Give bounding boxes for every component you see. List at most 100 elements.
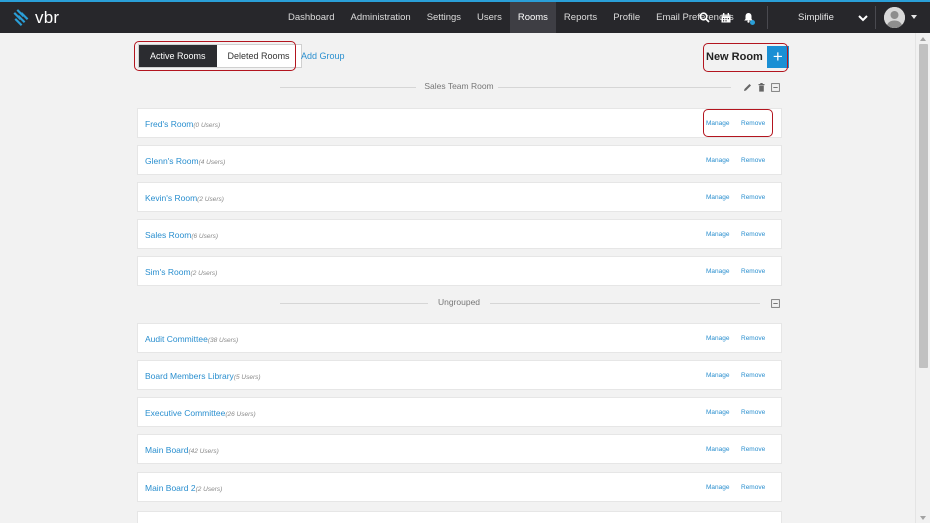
nav-users[interactable]: Users xyxy=(469,2,510,33)
remove-link[interactable]: Remove xyxy=(741,231,765,238)
room-name: Sim's Room xyxy=(145,267,191,277)
room-user-count: (4 Users) xyxy=(198,159,226,166)
remove-link[interactable]: Remove xyxy=(741,446,765,453)
nav-icons xyxy=(693,2,759,33)
room-user-count: (26 Users) xyxy=(225,411,256,418)
nav-administration[interactable]: Administration xyxy=(342,2,418,33)
room-row: Sales Room(6 Users) Manage Remove xyxy=(137,219,782,249)
room-user-count: (5 Users) xyxy=(233,374,261,381)
manage-link[interactable]: Manage xyxy=(706,268,730,275)
manage-link[interactable]: Manage xyxy=(706,120,730,127)
divider xyxy=(498,87,731,88)
room-name: Fred's Room xyxy=(145,119,194,129)
group-title: Sales Team Room xyxy=(424,81,494,91)
remove-link[interactable]: Remove xyxy=(741,157,765,164)
manage-link[interactable]: Manage xyxy=(706,231,730,238)
manage-link[interactable]: Manage xyxy=(706,194,730,201)
organization-name[interactable]: Simplifie xyxy=(798,2,834,33)
room-user-count: (2 Users) xyxy=(190,270,218,277)
notification-dot xyxy=(750,20,755,25)
room-row: Executive Committee(26 Users) Manage Rem… xyxy=(137,397,782,427)
remove-link[interactable]: Remove xyxy=(741,194,765,201)
room-user-count: (6 Users) xyxy=(191,233,219,240)
remove-link[interactable]: Remove xyxy=(741,484,765,491)
logo[interactable]: vbr xyxy=(12,8,59,28)
pencil-icon[interactable] xyxy=(741,81,753,93)
room-link[interactable]: Board Members Library(5 Users) xyxy=(145,371,261,381)
room-row: Glenn's Room(4 Users) Manage Remove xyxy=(137,145,782,175)
room-row: Main Board 2(2 Users) Manage Remove xyxy=(137,472,782,502)
add-group-link[interactable]: Add Group xyxy=(301,51,345,61)
manage-link[interactable]: Manage xyxy=(706,157,730,164)
room-link[interactable]: Executive Committee(26 Users) xyxy=(145,408,256,418)
room-row: Main Board(42 Users) Manage Remove xyxy=(137,434,782,464)
manage-link[interactable]: Manage xyxy=(706,409,730,416)
nav-divider xyxy=(767,6,768,29)
room-link[interactable]: Main Board(42 Users) xyxy=(145,445,219,455)
room-row: Sim's Room(2 Users) Manage Remove xyxy=(137,256,782,286)
manage-link[interactable]: Manage xyxy=(706,372,730,379)
room-row: Kevin's Room(2 Users) Manage Remove xyxy=(137,182,782,212)
collapse-icon[interactable] xyxy=(769,81,781,93)
remove-link[interactable]: Remove xyxy=(741,268,765,275)
collapse-icon[interactable] xyxy=(769,297,781,309)
group-title: Ungrouped xyxy=(437,297,481,307)
room-tabs: Active Rooms Deleted Rooms xyxy=(138,44,302,68)
new-room-label: New Room xyxy=(706,51,763,63)
main-nav: Dashboard Administration Settings Users … xyxy=(280,2,742,33)
tab-deleted-rooms[interactable]: Deleted Rooms xyxy=(216,45,301,67)
vbr-logo-icon xyxy=(13,9,29,27)
plus-icon: + xyxy=(766,46,789,68)
vertical-scrollbar[interactable] xyxy=(915,33,930,523)
nav-settings[interactable]: Settings xyxy=(419,2,469,33)
nav-profile[interactable]: Profile xyxy=(605,2,648,33)
caret-down-icon[interactable] xyxy=(911,15,917,19)
group-header: Ungrouped xyxy=(137,297,781,309)
new-room-button[interactable]: New Room + xyxy=(706,46,789,68)
scrollbar-thumb[interactable] xyxy=(919,44,928,368)
room-name: Glenn's Room xyxy=(145,156,199,166)
divider xyxy=(280,303,428,304)
room-name: Board Members Library xyxy=(145,371,234,381)
room-row: Fred's Room(0 Users) Manage Remove xyxy=(137,108,782,138)
scroll-down-arrow-icon[interactable] xyxy=(920,516,926,520)
manage-link[interactable]: Manage xyxy=(706,484,730,491)
nav-divider xyxy=(875,6,876,29)
chevron-down-icon[interactable] xyxy=(856,11,870,25)
nav-dashboard[interactable]: Dashboard xyxy=(280,2,342,33)
manage-link[interactable]: Manage xyxy=(706,335,730,342)
divider xyxy=(280,87,416,88)
room-name: Sales Room xyxy=(145,230,192,240)
room-link[interactable]: Audit Committee(38 Users) xyxy=(145,334,238,344)
remove-link[interactable]: Remove xyxy=(741,372,765,379)
nav-reports[interactable]: Reports xyxy=(556,2,605,33)
group-actions xyxy=(739,81,781,93)
room-link[interactable]: Kevin's Room(2 Users) xyxy=(145,193,224,203)
room-row: Board Members Library(5 Users) Manage Re… xyxy=(137,360,782,390)
remove-link[interactable]: Remove xyxy=(741,409,765,416)
room-link[interactable]: Main Board 2(2 Users) xyxy=(145,483,222,493)
manage-link[interactable]: Manage xyxy=(706,446,730,453)
logo-text: vbr xyxy=(35,8,60,27)
group-header: Sales Team Room xyxy=(137,81,781,93)
room-link[interactable]: Sim's Room(2 Users) xyxy=(145,267,217,277)
divider xyxy=(490,303,760,304)
calendar-icon[interactable] xyxy=(715,2,737,33)
trash-icon[interactable] xyxy=(755,81,767,93)
search-icon[interactable] xyxy=(693,2,715,33)
remove-link[interactable]: Remove xyxy=(741,120,765,127)
remove-link[interactable]: Remove xyxy=(741,335,765,342)
tab-active-rooms[interactable]: Active Rooms xyxy=(139,45,217,67)
room-user-count: (42 Users) xyxy=(188,448,219,455)
room-link[interactable]: Fred's Room(0 Users) xyxy=(145,119,220,129)
group-actions xyxy=(767,297,781,309)
top-navbar: vbr Dashboard Administration Settings Us… xyxy=(0,0,930,33)
nav-rooms[interactable]: Rooms xyxy=(509,2,556,33)
room-user-count: (2 Users) xyxy=(197,196,224,203)
avatar[interactable] xyxy=(884,7,905,28)
room-user-count: (2 Users) xyxy=(195,486,223,493)
room-link[interactable]: Sales Room(6 Users) xyxy=(145,230,218,240)
room-link[interactable]: Glenn's Room(4 Users) xyxy=(145,156,225,166)
scroll-up-arrow-icon[interactable] xyxy=(920,37,926,41)
notification-bell-icon[interactable] xyxy=(737,2,759,33)
